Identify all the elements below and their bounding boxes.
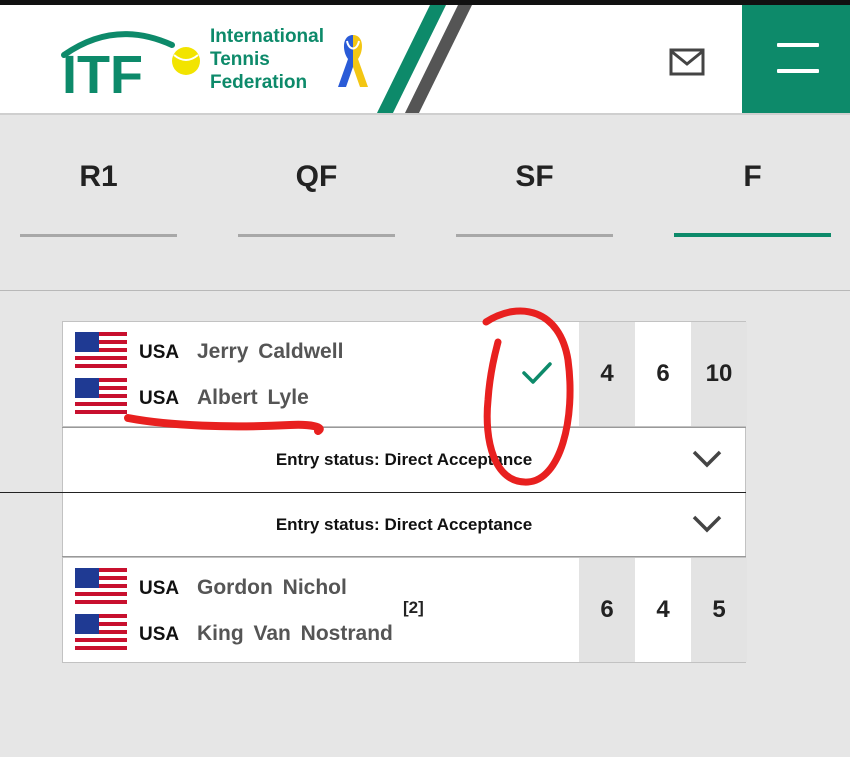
usa-flag-icon	[75, 568, 127, 606]
site-header: ITF International Tennis Federation	[0, 5, 850, 115]
usa-flag-icon	[75, 614, 127, 652]
logo-text: ITF	[62, 45, 143, 100]
player-name[interactable]: King Van Nostrand	[197, 622, 393, 646]
player-row: USA Gordon Nichol	[63, 564, 573, 606]
tab-underline-r1	[20, 234, 177, 237]
header-stripes	[376, 5, 472, 113]
set-score: 4	[656, 596, 670, 623]
player-row: USA Jerry Caldwell	[63, 328, 573, 370]
menu-bar-top	[777, 43, 819, 47]
match-card-2[interactable]: USA Gordon Nichol USA King Van Nostrand …	[62, 557, 747, 663]
usa-flag-icon	[75, 332, 127, 370]
player-country: USA	[139, 578, 180, 599]
player-row: USA Albert Lyle	[63, 374, 573, 416]
entry-status-row-2[interactable]: Entry status: Direct Acceptance	[62, 493, 746, 557]
player-name[interactable]: Gordon Nichol	[197, 576, 347, 600]
itf-logo-mark: ITF	[61, 31, 200, 100]
entry-status-text: Entry status: Direct Acceptance	[275, 450, 533, 469]
tab-underline-qf	[238, 234, 395, 237]
tab-underline-sf	[456, 234, 613, 237]
federation-line-2: Tennis	[210, 49, 270, 70]
player-row: USA King Van Nostrand	[63, 610, 573, 652]
round-tabs: R1 QF SF F	[0, 120, 850, 260]
federation-name: International Tennis Federation	[210, 25, 324, 94]
section-divider	[0, 290, 850, 291]
check-icon	[522, 362, 552, 384]
menu-button[interactable]	[742, 5, 850, 113]
set-score: 4	[579, 322, 635, 426]
player-country: USA	[139, 342, 180, 363]
player-name[interactable]: Jerry Caldwell	[197, 340, 343, 364]
entry-status-text: Entry status: Direct Acceptance	[275, 515, 533, 534]
mail-icon[interactable]	[668, 47, 706, 77]
set-score: 5	[691, 558, 747, 662]
usa-flag-icon	[75, 378, 127, 416]
tab-qf[interactable]: QF	[238, 160, 395, 194]
seed-badge: [2]	[403, 598, 424, 617]
menu-bar-bottom	[777, 69, 819, 73]
set-score: 6	[656, 360, 670, 387]
tab-r1[interactable]: R1	[20, 160, 177, 194]
player-country: USA	[139, 388, 180, 409]
tab-f[interactable]: F	[674, 160, 831, 194]
chevron-down-icon[interactable]	[691, 513, 723, 535]
tab-underline-f-active	[674, 233, 831, 237]
entry-status-row-1[interactable]: Entry status: Direct Acceptance	[62, 428, 746, 492]
player-name[interactable]: Albert Lyle	[197, 386, 309, 410]
set-score: 6	[579, 558, 635, 662]
tab-sf[interactable]: SF	[456, 160, 613, 194]
set-score: 10	[691, 322, 747, 426]
federation-line-3: Federation	[210, 72, 308, 93]
match-card-1[interactable]: USA Jerry Caldwell USA Albert Lyle 4 6 1…	[62, 321, 747, 427]
itf-logo[interactable]: ITF International Tennis Federation	[60, 25, 340, 100]
chevron-down-icon[interactable]	[691, 448, 723, 470]
federation-line-1: International	[210, 26, 325, 47]
player-country: USA	[139, 624, 180, 645]
